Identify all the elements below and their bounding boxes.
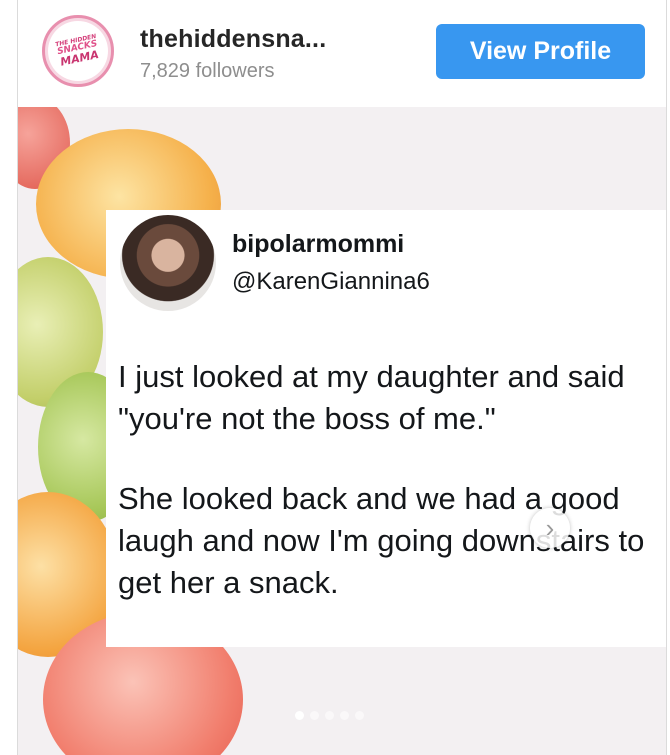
profile-username[interactable]: thehiddensna... xyxy=(140,25,326,54)
carousel-indicator xyxy=(295,711,364,720)
brand-logo: THE HIDDEN SNACKS MAMA xyxy=(45,18,111,84)
tweet-author-handle: @KarenGiannina6 xyxy=(232,268,430,295)
tweet-author-avatar xyxy=(120,215,216,311)
profile-avatar[interactable]: THE HIDDEN SNACKS MAMA xyxy=(42,15,114,87)
carousel-dot xyxy=(325,711,334,720)
tweet-text-paragraph-1: I just looked at my daughter and said "y… xyxy=(118,359,625,436)
post-header: THE HIDDEN SNACKS MAMA thehiddensna... 7… xyxy=(18,0,666,107)
tweet-card: bipolarmommi @KarenGiannina6 I just look… xyxy=(106,210,666,647)
carousel-dot xyxy=(355,711,364,720)
view-profile-button[interactable]: View Profile xyxy=(436,24,645,79)
tweet-text-paragraph-2: She looked back and we had a good laugh … xyxy=(118,481,645,600)
chevron-right-icon[interactable]: › xyxy=(530,508,570,548)
post-card: THE HIDDEN SNACKS MAMA thehiddensna... 7… xyxy=(17,0,667,755)
tweet-author-name: bipolarmommi xyxy=(232,230,405,258)
carousel-dot xyxy=(310,711,319,720)
post-image[interactable]: bipolarmommi @KarenGiannina6 I just look… xyxy=(18,107,666,755)
follower-count: 7,829 followers xyxy=(140,60,275,82)
carousel-dot xyxy=(295,711,304,720)
carousel-dot xyxy=(340,711,349,720)
